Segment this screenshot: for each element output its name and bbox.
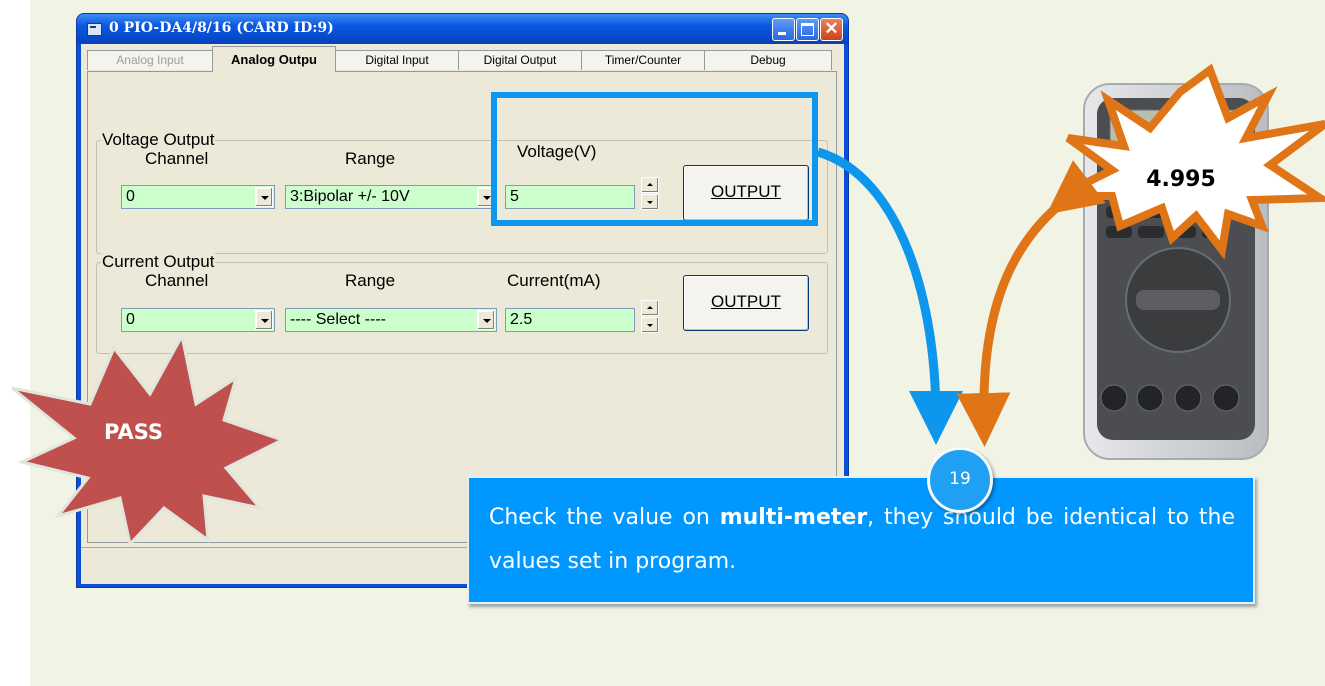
instruction-text: Check the value on multi-meter, they sho… <box>489 496 1235 584</box>
blue-arrow <box>816 147 963 445</box>
instruction-callout: Check the value on multi-meter, they sho… <box>467 476 1255 604</box>
orange-arrow <box>956 160 1106 447</box>
tab-analog-output[interactable]: Analog Outpu <box>212 46 336 72</box>
multimeter-reading: 4.995 <box>1146 167 1216 192</box>
instruction-prefix: Check the value on <box>489 505 720 530</box>
instruction-emphasis: multi-meter <box>719 505 868 530</box>
step-number-badge: 19 <box>927 447 993 513</box>
pass-label: PASS <box>104 420 164 444</box>
